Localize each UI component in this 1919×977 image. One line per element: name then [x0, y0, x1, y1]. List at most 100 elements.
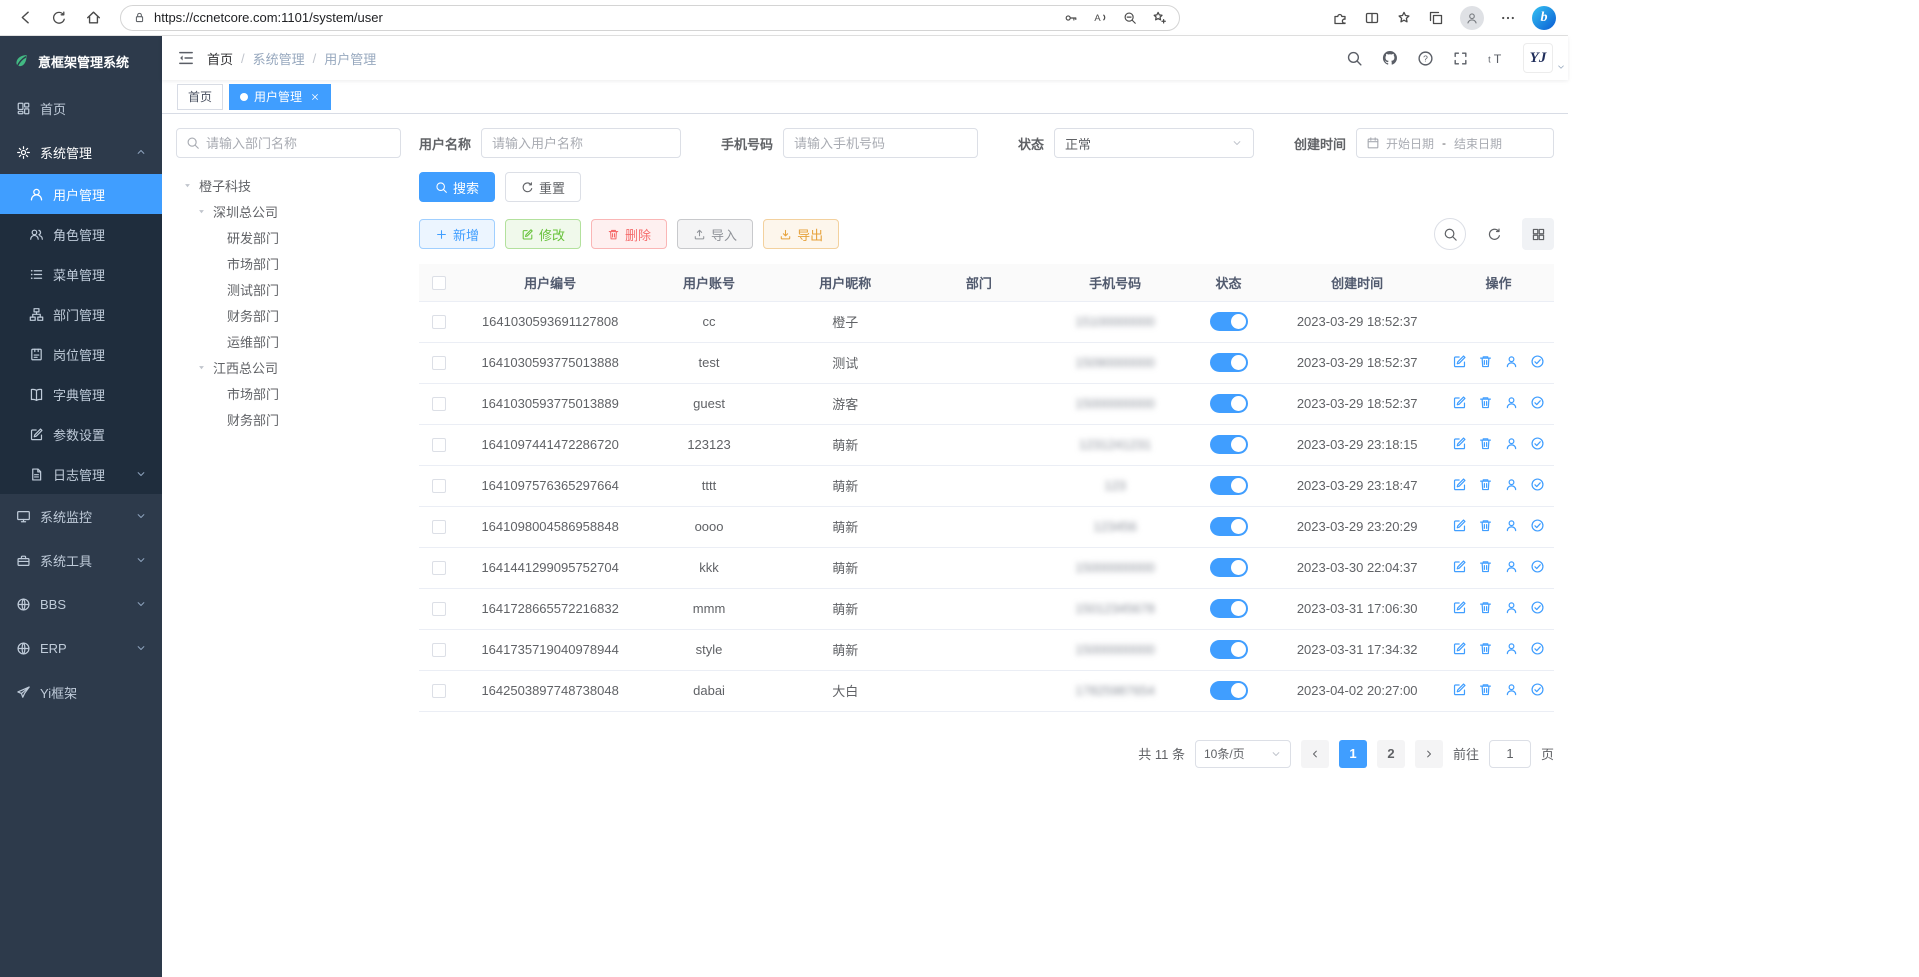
back-button[interactable] — [10, 3, 40, 33]
address-bar[interactable]: https://ccnetcore.com:1101/system/user A — [120, 5, 1180, 31]
delete-icon[interactable] — [1478, 354, 1493, 369]
tab-user-management[interactable]: 用户管理 — [229, 84, 331, 110]
row-checkbox[interactable] — [432, 561, 446, 575]
phone-input[interactable] — [783, 128, 978, 158]
read-aloud-icon[interactable]: A — [1093, 10, 1108, 25]
breadcrumb-item[interactable]: 首页 — [207, 49, 233, 68]
profile-avatar[interactable] — [1460, 6, 1484, 30]
search-button[interactable]: 搜索 — [419, 172, 495, 202]
table-search-button[interactable] — [1434, 218, 1466, 250]
assign-role-icon[interactable] — [1530, 641, 1545, 656]
sidebar-item-system-tools[interactable]: 系统工具 — [0, 538, 162, 582]
row-checkbox[interactable] — [432, 602, 446, 616]
sidebar-item-system-monitor[interactable]: 系统监控 — [0, 494, 162, 538]
sidebar-item-param-settings[interactable]: 参数设置 — [0, 414, 162, 454]
edit-icon[interactable] — [1452, 682, 1467, 697]
status-toggle[interactable] — [1210, 599, 1248, 618]
delete-icon[interactable] — [1478, 641, 1493, 656]
favorite-star-icon[interactable] — [1152, 10, 1167, 25]
page-size-select[interactable]: 10条/页 — [1195, 740, 1291, 768]
edit-icon[interactable] — [1452, 436, 1467, 451]
delete-icon[interactable] — [1478, 682, 1493, 697]
zoom-out-icon[interactable] — [1123, 11, 1137, 25]
sidebar-item-log-management[interactable]: 日志管理 — [0, 454, 162, 494]
reset-password-icon[interactable] — [1504, 600, 1519, 615]
table-refresh-button[interactable] — [1478, 218, 1510, 250]
status-toggle[interactable] — [1210, 476, 1248, 495]
select-all-checkbox[interactable] — [432, 276, 446, 290]
row-checkbox[interactable] — [432, 397, 446, 411]
sidebar-item-home[interactable]: 首页 — [0, 86, 162, 130]
page-number-1[interactable]: 1 — [1339, 740, 1367, 768]
goto-page-input[interactable] — [1489, 740, 1531, 768]
font-size-icon[interactable]: tT — [1487, 49, 1505, 67]
assign-role-icon[interactable] — [1530, 518, 1545, 533]
sidebar-item-role-management[interactable]: 角色管理 — [0, 214, 162, 254]
edit-icon[interactable] — [1452, 354, 1467, 369]
tree-expand-icon[interactable] — [196, 206, 208, 217]
reset-password-icon[interactable] — [1504, 641, 1519, 656]
row-checkbox[interactable] — [432, 520, 446, 534]
tree-node[interactable]: 财务部门 — [176, 406, 401, 432]
home-button[interactable] — [78, 3, 108, 33]
collections-icon[interactable] — [1428, 10, 1444, 26]
extensions-icon[interactable] — [1332, 10, 1348, 26]
reset-password-icon[interactable] — [1504, 436, 1519, 451]
page-number-2[interactable]: 2 — [1377, 740, 1405, 768]
reset-button[interactable]: 重置 — [505, 172, 581, 202]
status-toggle[interactable] — [1210, 394, 1248, 413]
assign-role-icon[interactable] — [1530, 395, 1545, 410]
column-settings-button[interactable] — [1522, 218, 1554, 250]
sidebar-item-erp[interactable]: ERP — [0, 626, 162, 670]
edit-icon[interactable] — [1452, 518, 1467, 533]
url-text[interactable]: https://ccnetcore.com:1101/system/user — [154, 10, 383, 25]
tree-node[interactable]: 市场部门 — [176, 380, 401, 406]
row-checkbox[interactable] — [432, 479, 446, 493]
row-checkbox[interactable] — [432, 643, 446, 657]
edit-icon[interactable] — [1452, 395, 1467, 410]
delete-icon[interactable] — [1478, 477, 1493, 492]
tree-node[interactable]: 深圳总公司 — [176, 198, 401, 224]
more-menu-icon[interactable] — [1500, 10, 1516, 26]
delete-icon[interactable] — [1478, 436, 1493, 451]
github-icon[interactable] — [1381, 49, 1399, 67]
tree-node[interactable]: 研发部门 — [176, 224, 401, 250]
status-toggle[interactable] — [1210, 640, 1248, 659]
prev-page-button[interactable] — [1301, 740, 1329, 768]
assign-role-icon[interactable] — [1530, 477, 1545, 492]
sidebar-item-yi-framework[interactable]: Yi框架 — [0, 670, 162, 714]
sidebar-item-menu-management[interactable]: 菜单管理 — [0, 254, 162, 294]
delete-icon[interactable] — [1478, 600, 1493, 615]
sidebar-item-bbs[interactable]: BBS — [0, 582, 162, 626]
close-icon[interactable] — [310, 92, 320, 102]
status-toggle[interactable] — [1210, 517, 1248, 536]
delete-icon[interactable] — [1478, 518, 1493, 533]
add-button[interactable]: 新增 — [419, 219, 495, 249]
row-checkbox[interactable] — [432, 315, 446, 329]
status-toggle[interactable] — [1210, 558, 1248, 577]
dept-search-input[interactable] — [206, 136, 391, 151]
sidebar-item-dict-management[interactable]: 字典管理 — [0, 374, 162, 414]
breadcrumb-item[interactable]: 系统管理 — [253, 49, 305, 68]
tab-home[interactable]: 首页 — [177, 84, 223, 110]
assign-role-icon[interactable] — [1530, 559, 1545, 574]
next-page-button[interactable] — [1415, 740, 1443, 768]
password-key-icon[interactable] — [1064, 11, 1078, 25]
delete-icon[interactable] — [1478, 559, 1493, 574]
edit-icon[interactable] — [1452, 641, 1467, 656]
menu-fold-icon[interactable] — [177, 49, 195, 67]
edit-icon[interactable] — [1452, 559, 1467, 574]
help-icon[interactable]: ? — [1417, 50, 1434, 67]
username-input[interactable] — [481, 128, 681, 158]
reset-password-icon[interactable] — [1504, 395, 1519, 410]
reset-password-icon[interactable] — [1504, 354, 1519, 369]
fullscreen-icon[interactable] — [1452, 50, 1469, 67]
import-button[interactable]: 导入 — [677, 219, 753, 249]
tree-node[interactable]: 财务部门 — [176, 302, 401, 328]
refresh-button[interactable] — [44, 3, 74, 33]
split-screen-icon[interactable] — [1364, 10, 1380, 26]
status-toggle[interactable] — [1210, 353, 1248, 372]
delete-icon[interactable] — [1478, 395, 1493, 410]
tree-node[interactable]: 橙子科技 — [176, 172, 401, 198]
edit-icon[interactable] — [1452, 477, 1467, 492]
